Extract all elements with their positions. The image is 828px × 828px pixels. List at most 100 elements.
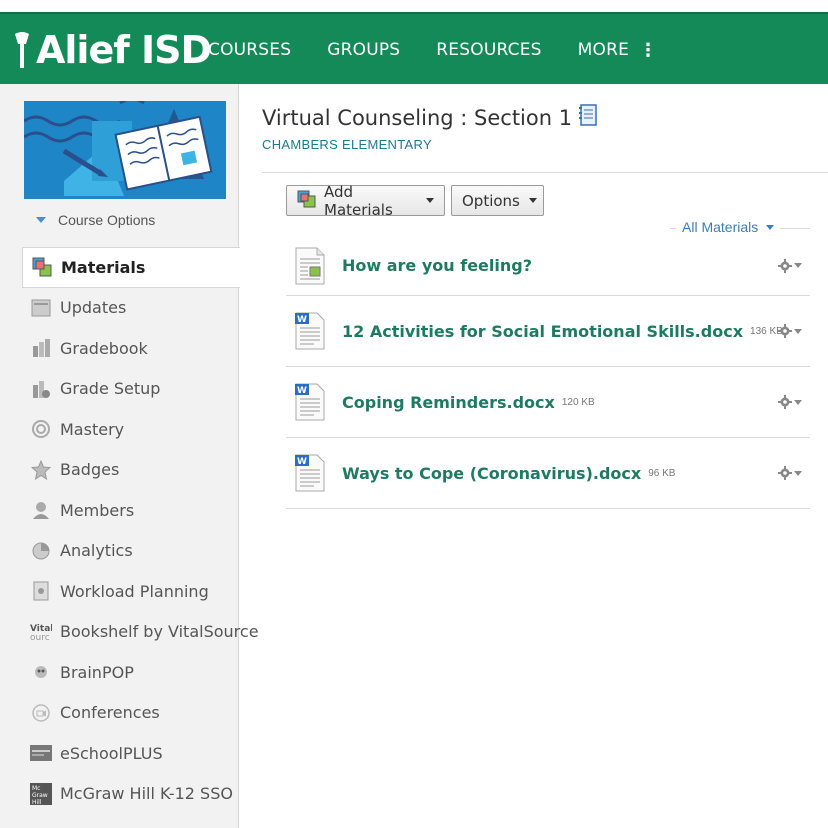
brainpop-icon <box>30 661 52 683</box>
sidebar-item-conferences[interactable]: Conferences <box>0 693 239 734</box>
nav-courses[interactable]: COURSES <box>208 40 291 60</box>
top-navbar: Alief ISD COURSES GROUPS RESOURCES MORE … <box>0 12 828 84</box>
course-profile-image <box>24 101 226 199</box>
conferences-icon <box>30 702 52 724</box>
sidebar-nav: Materials Updates Gradebook Grade Setup … <box>0 247 259 815</box>
sidebar-item-label: BrainPOP <box>60 662 134 682</box>
material-title[interactable]: How are you feeling? <box>342 256 532 275</box>
add-materials-label: Add Materials <box>324 182 393 219</box>
sidebar-item-updates[interactable]: Updates <box>0 288 239 329</box>
sidebar-item-gradebook[interactable]: Gradebook <box>0 328 239 369</box>
nav-groups[interactable]: GROUPS <box>327 40 400 60</box>
nav-more-label: MORE <box>577 40 630 60</box>
item-actions-gear[interactable] <box>778 395 802 409</box>
top-strip <box>0 0 828 12</box>
sidebar-item-analytics[interactable]: Analytics <box>0 531 239 572</box>
sidebar-item-label: Mastery <box>60 419 125 439</box>
sidebar-item-brainpop[interactable]: BrainPOP <box>0 652 239 693</box>
updates-icon <box>30 297 52 319</box>
word-doc-icon: W <box>294 312 326 350</box>
all-materials-filter[interactable]: All Materials <box>676 219 781 235</box>
sidebar-item-materials[interactable]: Materials <box>22 247 240 288</box>
sidebar-item-badges[interactable]: Badges <box>0 450 239 491</box>
alief-isd-logo[interactable]: Alief ISD <box>12 28 212 72</box>
svg-text:Mc: Mc <box>32 785 40 792</box>
sidebar-item-eschoolplus[interactable]: eSchoolPLUS <box>0 733 239 774</box>
material-title[interactable]: Ways to Cope (Coronavirus).docx <box>342 464 641 483</box>
list-item: W Coping Reminders.docx 120 KB <box>286 367 810 438</box>
materials-list: How are you feeling? W 12 Activities for… <box>286 236 810 509</box>
notebook-icon <box>578 104 598 131</box>
sidebar-item-label: Conferences <box>60 703 160 723</box>
caret-down-icon <box>528 198 537 203</box>
sidebar-item-label: Grade Setup <box>60 379 161 399</box>
svg-text:ourc: ourc <box>30 633 50 642</box>
caret-down-icon <box>794 399 802 405</box>
caret-down-icon <box>766 224 775 230</box>
all-materials-label: All Materials <box>682 219 759 235</box>
caret-down-icon <box>794 470 802 476</box>
sidebar-item-bookshelf[interactable]: Vital ourc Bookshelf by VitalSource <box>0 612 259 653</box>
page-title: Virtual Counseling : Section 1 <box>262 104 598 131</box>
sidebar-item-label: Members <box>60 500 135 520</box>
add-materials-button[interactable]: Add Materials <box>286 182 445 219</box>
nav-resources[interactable]: RESOURCES <box>436 40 541 60</box>
svg-text:Hill: Hill <box>32 799 42 805</box>
file-size: 96 KB <box>648 467 676 479</box>
analytics-icon <box>30 540 52 562</box>
sidebar-item-label: McGraw Hill K-12 SSO <box>60 784 233 804</box>
page-title-text: Virtual Counseling : Section 1 <box>262 105 573 130</box>
vitalsource-icon: Vital ourc <box>30 621 52 643</box>
sidebar-item-label: Gradebook <box>60 338 148 358</box>
mastery-icon <box>30 418 52 440</box>
sidebar-item-label: Analytics <box>60 541 133 561</box>
list-item: How are you feeling? <box>286 236 810 296</box>
gear-icon <box>778 466 792 480</box>
add-materials-icon <box>297 190 317 212</box>
main-nav: COURSES GROUPS RESOURCES MORE ⋮ <box>208 14 693 86</box>
gear-icon <box>778 258 792 273</box>
materials-icon <box>31 256 53 278</box>
sidebar-item-mastery[interactable]: Mastery <box>0 409 239 450</box>
item-actions-gear[interactable] <box>778 324 802 338</box>
page-icon <box>294 247 326 285</box>
title-divider <box>262 172 828 173</box>
school-link[interactable]: CHAMBERS ELEMENTARY <box>262 137 432 152</box>
torch-icon <box>15 32 29 68</box>
sidebar-item-label: Workload Planning <box>60 581 209 601</box>
sidebar-item-members[interactable]: Members <box>0 490 239 531</box>
material-title[interactable]: 12 Activities for Social Emotional Skill… <box>342 322 743 341</box>
sidebar-item-label: eSchoolPLUS <box>60 743 163 763</box>
options-button[interactable]: Options <box>451 185 544 216</box>
caret-down-icon <box>36 217 46 223</box>
material-title[interactable]: Coping Reminders.docx <box>342 393 555 412</box>
svg-text:Graw: Graw <box>32 792 48 799</box>
sidebar-item-mcgraw-hill[interactable]: Mc Graw Hill McGraw Hill K-12 SSO <box>0 774 239 815</box>
grade-setup-icon <box>30 378 52 400</box>
item-actions-gear[interactable] <box>778 466 802 480</box>
eschoolplus-icon <box>30 742 52 764</box>
main-content: Virtual Counseling : Section 1 CHAMBERS … <box>240 84 828 828</box>
file-size: 120 KB <box>561 396 595 408</box>
course-options-toggle[interactable]: Course Options <box>36 212 155 228</box>
gear-icon <box>778 324 792 338</box>
sidebar-item-label: Materials <box>61 257 146 277</box>
logo-text: Alief ISD <box>36 28 212 72</box>
gear-icon <box>778 395 792 409</box>
svg-text:W: W <box>297 386 307 396</box>
course-options-label: Course Options <box>58 212 156 228</box>
caret-down-icon <box>794 263 802 268</box>
badges-icon <box>30 459 52 481</box>
nav-more[interactable]: MORE ⋮ <box>578 40 658 61</box>
more-dots-icon: ⋮ <box>639 39 658 61</box>
word-doc-icon: W <box>294 383 326 421</box>
sidebar: Course Options Materials Updates Gradebo… <box>0 84 259 828</box>
sidebar-item-grade-setup[interactable]: Grade Setup <box>0 369 239 410</box>
caret-down-icon <box>794 328 802 334</box>
members-icon <box>30 499 52 521</box>
list-item: W Ways to Cope (Coronavirus).docx 96 KB <box>286 438 810 509</box>
sidebar-item-workload-planning[interactable]: Workload Planning <box>0 571 239 612</box>
item-actions-gear[interactable] <box>778 258 802 273</box>
caret-down-icon <box>426 198 434 203</box>
sidebar-item-label: Bookshelf by VitalSource <box>60 622 259 642</box>
